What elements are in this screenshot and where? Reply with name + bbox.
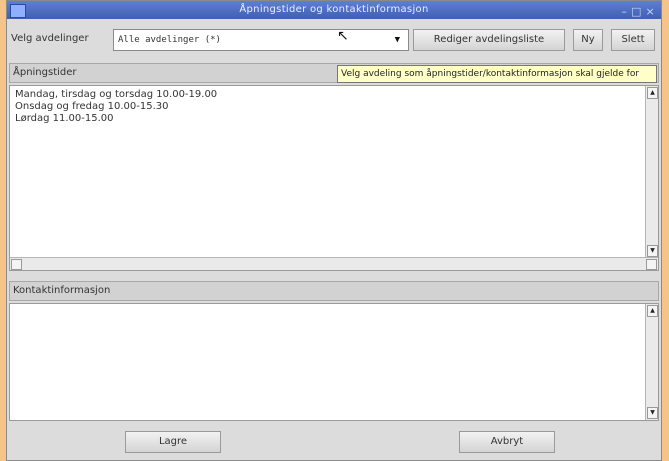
- scroll-right-icon[interactable]: [646, 259, 657, 270]
- window-controls[interactable]: – □ ×: [621, 3, 655, 21]
- opening-hours-line: Onsdag og fredag 10.00-15.30: [15, 101, 169, 112]
- contact-text: [10, 304, 658, 310]
- horizontal-scrollbar[interactable]: [10, 257, 658, 270]
- save-button[interactable]: Lagre: [125, 431, 221, 453]
- department-select[interactable]: Alle avdelinger (*) ▼: [113, 29, 409, 51]
- new-button[interactable]: Ny: [573, 29, 603, 51]
- department-select-value: Alle avdelinger (*): [118, 35, 221, 45]
- opening-hours-textarea[interactable]: Mandag, tirsdag og torsdag 10.00-19.00 O…: [9, 85, 659, 271]
- toolbar: Velg avdelinger Alle avdelinger (*) ▼ ↖ …: [7, 24, 661, 54]
- scroll-down-icon[interactable]: ▼: [647, 245, 658, 257]
- vertical-scrollbar[interactable]: ▲ ▼: [645, 304, 658, 420]
- window-title: Åpningstider og kontaktinformasjon: [239, 4, 429, 15]
- app-window: Åpningstider og kontaktinformasjon – □ ×…: [6, 0, 662, 461]
- vertical-scrollbar[interactable]: ▲ ▼: [645, 86, 658, 258]
- edit-department-list-button[interactable]: Rediger avdelingsliste: [413, 29, 565, 51]
- department-label: Velg avdelinger: [11, 33, 89, 44]
- window-menu-icon[interactable]: [10, 4, 26, 18]
- scroll-up-icon[interactable]: ▲: [647, 305, 658, 317]
- contact-header: Kontaktinformasjon: [9, 281, 659, 301]
- dropdown-arrow-icon[interactable]: ▼: [395, 30, 400, 50]
- title-bar: Åpningstider og kontaktinformasjon – □ ×: [7, 1, 661, 19]
- scroll-left-icon[interactable]: [11, 259, 22, 270]
- delete-button[interactable]: Slett: [611, 29, 655, 51]
- mouse-cursor-icon: ↖: [337, 28, 349, 44]
- cancel-button[interactable]: Avbryt: [459, 431, 555, 453]
- opening-hours-line: Lørdag 11.00-15.00: [15, 113, 114, 124]
- contact-textarea[interactable]: ▲ ▼: [9, 303, 659, 421]
- tooltip: Velg avdeling som åpningstider/kontaktin…: [337, 65, 657, 83]
- opening-hours-line: Mandag, tirsdag og torsdag 10.00-19.00: [15, 89, 218, 100]
- scroll-up-icon[interactable]: ▲: [647, 87, 658, 99]
- footer: Lagre Avbryt: [7, 426, 661, 458]
- scroll-down-icon[interactable]: ▼: [647, 407, 658, 419]
